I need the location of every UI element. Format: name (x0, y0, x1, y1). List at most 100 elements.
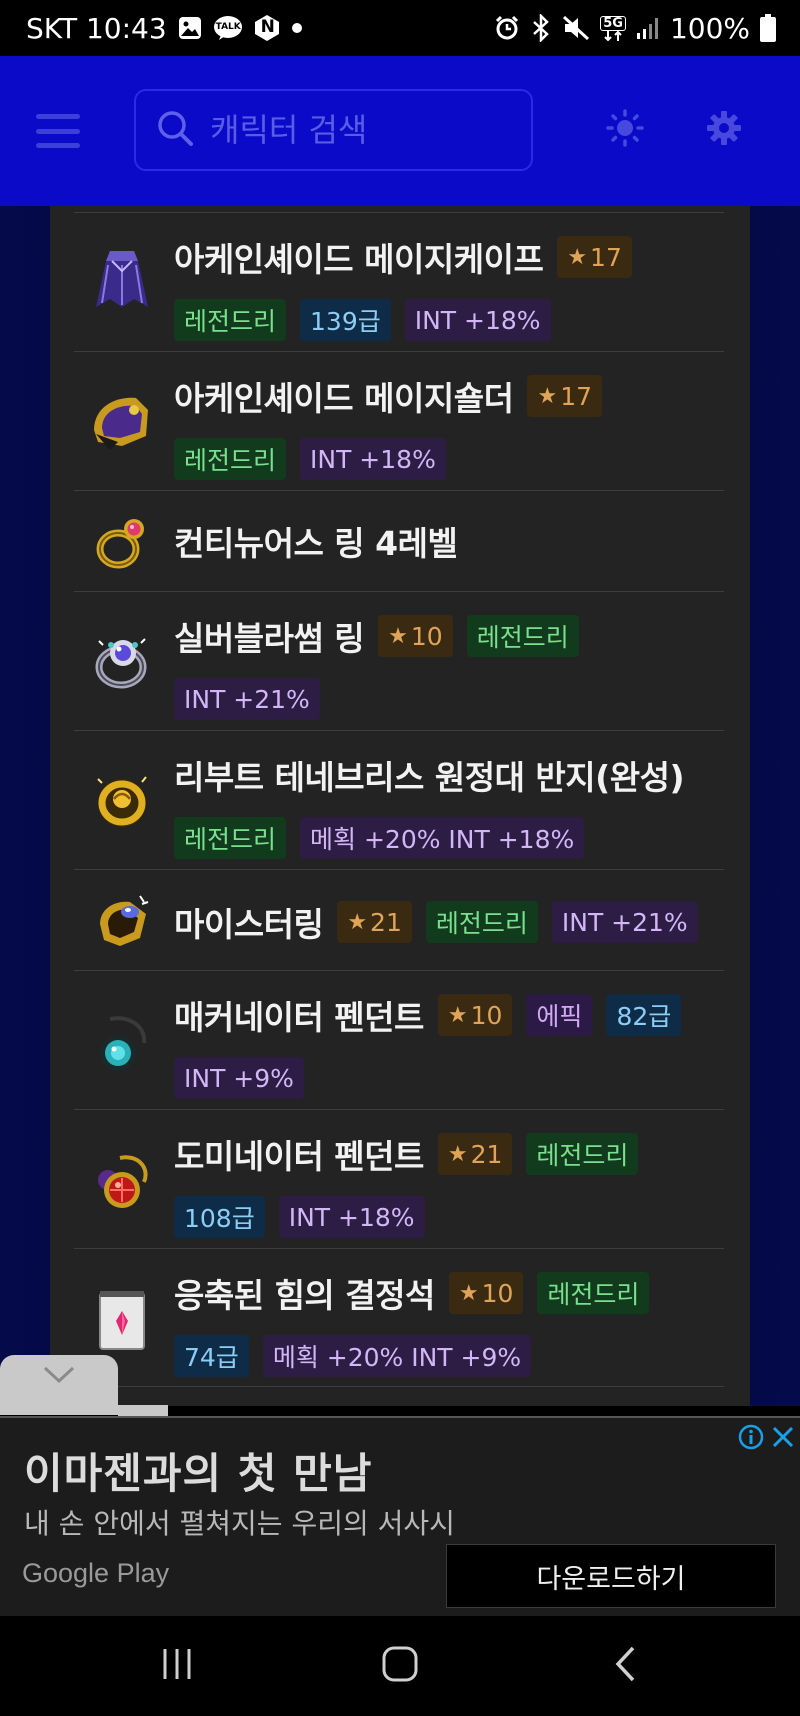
item-name: 리부트 테네브리스 원정대 반지(완성) (174, 758, 685, 797)
star-icon: ★ (447, 1002, 468, 1028)
equipment-item[interactable]: 응축된 힘의 결정석 ★ 10 레전드리 74급 메획 +20% INT +9% (74, 1248, 724, 1387)
naver-icon: N (253, 14, 281, 42)
bluetooth-icon (530, 14, 552, 42)
item-name: 실버블라썸 링 (174, 619, 365, 658)
item-name: 아케인셰이드 메이지숄더 (174, 379, 514, 418)
equipment-item[interactable]: 실버블라썸 링 ★ 10 레전드리 INT +21% (74, 591, 724, 730)
theme-toggle-button[interactable] (603, 108, 647, 152)
rarity-badge: 레전드리 (466, 615, 579, 657)
talk-badge: TALK (215, 22, 241, 32)
search-icon (156, 109, 194, 151)
item-line: 108급 INT +18% (174, 1196, 724, 1238)
ad-subtitle: 내 손 안에서 펼쳐지는 우리의 서사시 (24, 1507, 455, 1540)
dot-icon (291, 22, 303, 34)
menu-line (36, 114, 80, 119)
search-input[interactable] (210, 111, 510, 149)
item-line: 응축된 힘의 결정석 ★ 10 레전드리 (174, 1269, 724, 1317)
back-icon (613, 1645, 639, 1687)
star-badge: ★ 10 (437, 994, 513, 1036)
app-header (0, 56, 800, 206)
settings-button[interactable] (702, 108, 746, 152)
star-value: 17 (590, 242, 622, 272)
item-line: 리부트 테네브리스 원정대 반지(완성) (174, 751, 724, 799)
status-bar: SKT 10:43 TALK N 5G 100% (0, 0, 800, 56)
star-icon: ★ (567, 244, 588, 270)
battery-percent: 100% (669, 11, 750, 45)
hamburger-menu-button[interactable] (36, 114, 80, 148)
grade-badge: 82급 (606, 994, 682, 1036)
kakaotalk-icon: TALK (213, 15, 243, 41)
equipment-item[interactable]: 마이스터링 ★ 21 레전드리 INT +21% (74, 869, 724, 970)
rarity-badge: 레전드리 (174, 817, 287, 859)
menu-line (36, 143, 80, 148)
rarity-badge: 레전드리 (425, 901, 538, 943)
equipment-item[interactable]: 컨티뉴어스 링 4레벨 (74, 490, 724, 591)
star-value: 17 (560, 381, 592, 411)
net-badge: 5G (600, 15, 626, 31)
grade-badge: 108급 (174, 1196, 265, 1238)
home-icon (381, 1645, 419, 1687)
rarity-badge: 레전드리 (174, 299, 287, 341)
stat-badge: INT +18% (300, 438, 446, 480)
equipment-panel: 아케인셰이드 메이지케이프 ★ 17 레전드리 139급 INT +18% 아케인… (50, 206, 750, 1406)
star-badge: ★ 17 (527, 375, 602, 417)
star-value: 21 (370, 907, 402, 937)
download-button[interactable]: 다운로드하기 (446, 1544, 776, 1608)
star-icon: ★ (458, 1280, 479, 1306)
ad-collapse-tab[interactable] (0, 1355, 118, 1415)
info-icon[interactable] (738, 1424, 764, 1450)
stat-badge: INT +18% (404, 299, 551, 341)
ring-tenebris-icon (88, 767, 156, 835)
equipment-item[interactable]: 아케인셰이드 메이지숄더 ★ 17 레전드리 INT +18% (74, 351, 724, 490)
status-right: 5G 100% (494, 12, 776, 45)
gallery-icon (177, 15, 203, 41)
grade-badge: 74급 (174, 1335, 249, 1377)
grade-badge: 139급 (300, 299, 391, 341)
rarity-badge: 레전드리 (526, 1133, 639, 1175)
star-badge: ★ 21 (437, 1133, 513, 1175)
stat-badge: INT +9% (174, 1057, 304, 1099)
shoulder-icon (88, 388, 156, 456)
item-line: INT +9% (174, 1057, 724, 1099)
pendant-red-icon (88, 1148, 156, 1216)
home-button[interactable] (370, 1644, 430, 1688)
star-icon: ★ (388, 623, 408, 649)
search-box[interactable] (134, 89, 533, 171)
star-badge: ★ 10 (378, 615, 453, 657)
rarity-badge: 레전드리 (537, 1272, 650, 1314)
star-badge: ★ 17 (557, 236, 632, 278)
ad-banner[interactable]: 이마젠과의 첫 만남 내 손 안에서 펼쳐지는 우리의 서사시 Google P… (0, 1416, 800, 1616)
item-line: 마이스터링 ★ 21 레전드리 INT +21% (174, 898, 724, 946)
item-line: 레전드리 INT +18% (174, 438, 724, 480)
equipment-item[interactable]: 도미네이터 펜던트 ★ 21 레전드리 108급 INT +18% (74, 1109, 724, 1248)
signal-icon (636, 16, 660, 40)
close-icon[interactable] (770, 1424, 796, 1450)
status-left: SKT 10:43 TALK N (26, 12, 303, 45)
star-icon: ★ (347, 909, 368, 935)
item-name: 매커네이터 펜던트 (174, 998, 424, 1037)
recent-apps-button[interactable] (147, 1644, 207, 1688)
carrier-time: SKT 10:43 (26, 11, 167, 45)
mute-icon (562, 15, 590, 41)
equipment-item[interactable]: 매커네이터 펜던트 ★ 10 에픽 82급 INT +9% (74, 970, 724, 1109)
item-name: 도미네이터 펜던트 (174, 1137, 424, 1176)
equipment-item[interactable]: 아케인셰이드 메이지케이프 ★ 17 레전드리 139급 INT +18% (74, 212, 724, 351)
sun-icon (605, 108, 645, 152)
equipment-item[interactable]: 리부트 테네브리스 원정대 반지(완성) 레전드리 메획 +20% INT +1… (74, 730, 724, 869)
rarity-badge: 레전드리 (174, 438, 287, 480)
recent-apps-icon (159, 1647, 195, 1685)
stat-badge: INT +18% (278, 1196, 425, 1238)
item-name: 응축된 힘의 결정석 (174, 1276, 435, 1315)
5g-icon: 5G (600, 15, 626, 41)
cape-icon (88, 245, 156, 313)
item-line: INT +21% (174, 678, 724, 720)
item-line: 아케인셰이드 메이지숄더 ★ 17 (174, 372, 724, 420)
equipment-list: 아케인셰이드 메이지케이프 ★ 17 레전드리 139급 INT +18% 아케인… (74, 212, 724, 1387)
back-button[interactable] (596, 1644, 656, 1688)
rarity-badge: 에픽 (526, 994, 593, 1036)
star-value: 21 (470, 1139, 503, 1169)
n-badge: N (260, 17, 275, 37)
item-line: 아케인셰이드 메이지케이프 ★ 17 (174, 233, 724, 281)
star-icon: ★ (447, 1141, 468, 1167)
item-line: 레전드리 메획 +20% INT +18% (174, 817, 724, 859)
